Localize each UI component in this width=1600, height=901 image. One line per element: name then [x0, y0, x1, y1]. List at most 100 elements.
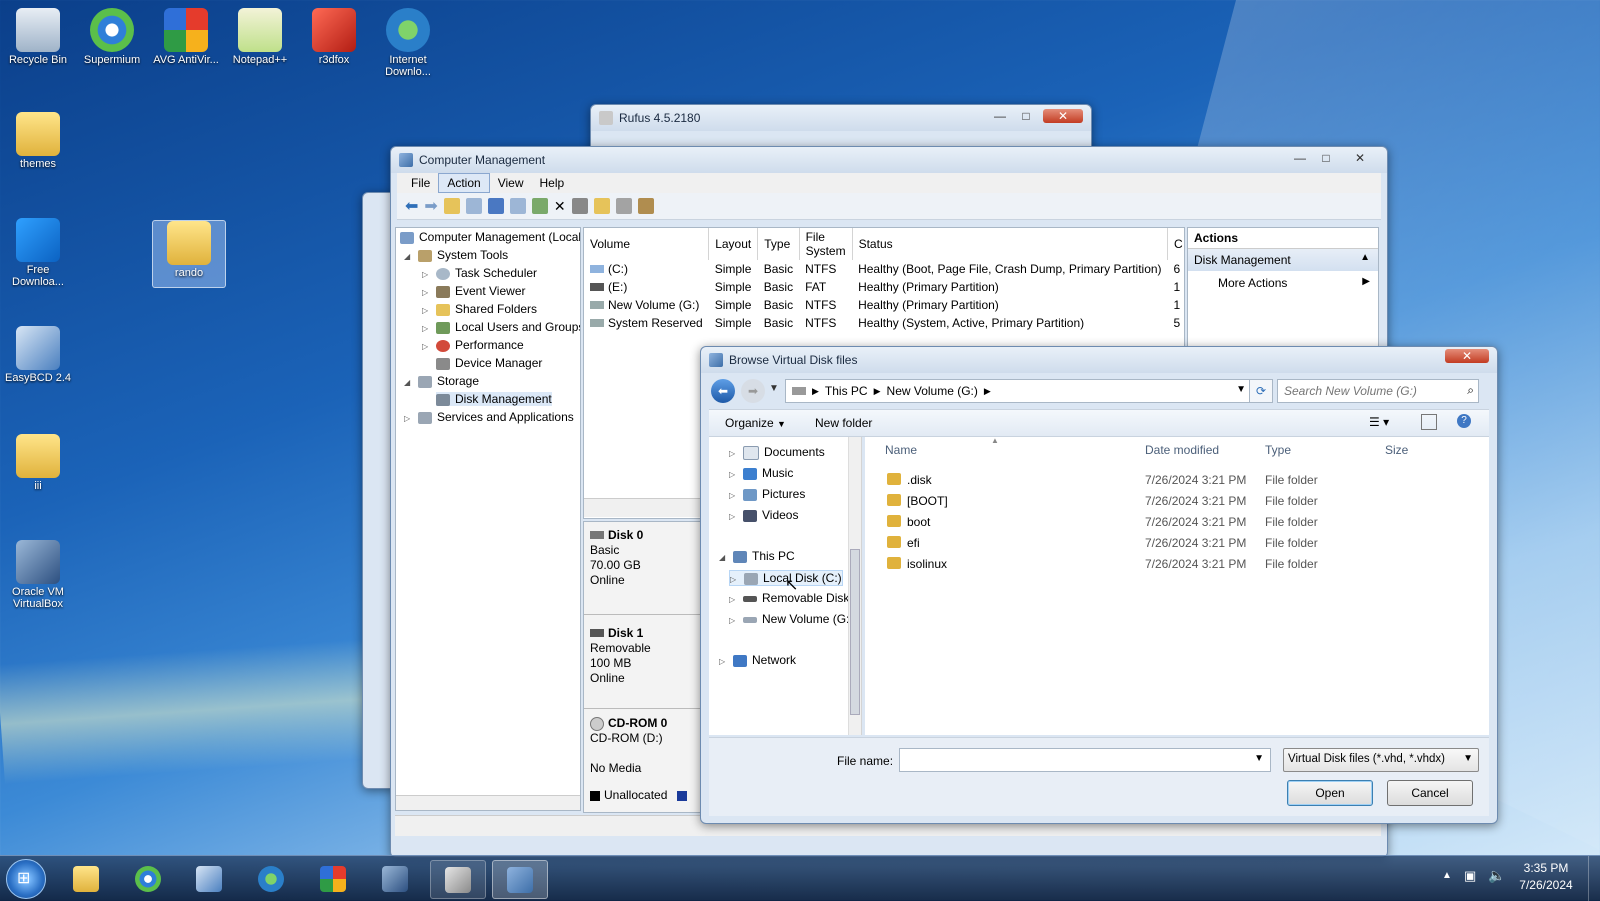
- collapse-icon[interactable]: ◢: [404, 252, 414, 261]
- organize-button[interactable]: Organize ▼: [725, 416, 786, 430]
- expand-icon[interactable]: ▷: [729, 616, 739, 625]
- cm-tree-pane[interactable]: Computer Management (Local ◢ System Tools…: [395, 227, 581, 811]
- disk-1-info[interactable]: Disk 1 Removable 100 MB Online: [590, 626, 651, 686]
- show-hide-action-pane-icon[interactable]: [509, 198, 526, 214]
- back-arrow-icon[interactable]: ⬅: [711, 379, 735, 403]
- desktop-icon-r3dfox[interactable]: r3dfox: [298, 8, 370, 66]
- refresh-icon[interactable]: ⟳: [1249, 379, 1273, 403]
- table-row[interactable]: (E:) Simple Basic FAT Healthy (Primary P…: [584, 278, 1184, 296]
- open-button[interactable]: Open: [1287, 780, 1373, 806]
- collapse-icon[interactable]: ◢: [719, 553, 729, 562]
- refresh-icon[interactable]: [531, 198, 548, 214]
- cdrom-0-info[interactable]: CD-ROM 0 CD-ROM (D:) No Media: [590, 716, 667, 776]
- tree-item-event-viewer[interactable]: ▷ Event Viewer: [422, 284, 525, 298]
- tree-item-shared-folders[interactable]: ▷ Shared Folders: [422, 302, 537, 316]
- open-folder-icon[interactable]: [593, 198, 610, 214]
- tree-item-system-tools[interactable]: ◢ System Tools: [404, 248, 508, 262]
- nav-item-music[interactable]: ▷ Music: [729, 466, 793, 480]
- table-row[interactable]: [BOOT] 7/26/2024 3:21 PM File folder: [887, 492, 1477, 513]
- back-arrow-icon[interactable]: ⬅: [405, 196, 418, 216]
- table-row[interactable]: .disk 7/26/2024 3:21 PM File folder: [887, 471, 1477, 492]
- tree-item-disk-management[interactable]: Disk Management: [436, 392, 552, 406]
- file-name-combobox[interactable]: ▼: [899, 748, 1271, 772]
- tree-item-device-manager[interactable]: Device Manager: [436, 356, 542, 370]
- view-options-icon[interactable]: ☰ ▾: [1369, 415, 1389, 429]
- forward-arrow-icon[interactable]: ➡: [424, 196, 437, 216]
- expand-icon[interactable]: ▷: [729, 449, 739, 458]
- breadcrumb-new-volume[interactable]: New Volume (G:): [887, 384, 978, 398]
- expand-icon[interactable]: ▷: [422, 306, 432, 315]
- address-dropdown-chevron-icon[interactable]: ▼: [1236, 384, 1246, 395]
- expand-icon[interactable]: ▷: [729, 512, 739, 521]
- column-type[interactable]: Type: [757, 228, 800, 260]
- breadcrumb-this-pc[interactable]: This PC: [825, 384, 868, 398]
- help-icon[interactable]: ?: [1457, 414, 1471, 428]
- start-button[interactable]: ⊞: [6, 859, 46, 899]
- expand-icon[interactable]: ▷: [729, 595, 739, 604]
- taskbar-internet-download[interactable]: [244, 860, 298, 897]
- collapse-up-icon[interactable]: ▲: [1360, 252, 1370, 263]
- expand-icon[interactable]: ▷: [719, 657, 729, 666]
- tree-item-local-users[interactable]: ▷ Local Users and Groups: [422, 320, 580, 334]
- nav-item-videos[interactable]: ▷ Videos: [729, 508, 798, 522]
- desktop-icon-supermium[interactable]: Supermium: [76, 8, 148, 66]
- expand-icon[interactable]: ▷: [404, 414, 414, 423]
- file-name-input[interactable]: [904, 750, 1248, 770]
- properties-icon[interactable]: [571, 198, 588, 214]
- table-row[interactable]: System Reserved Simple Basic NTFS Health…: [584, 314, 1184, 332]
- scrollbar-thumb[interactable]: [850, 549, 860, 715]
- taskbar-supermium[interactable]: [121, 860, 175, 897]
- desktop-icon-notepadpp[interactable]: Notepad++: [224, 8, 296, 66]
- recent-locations-chevron-down-icon[interactable]: ▼: [769, 383, 779, 394]
- cancel-button[interactable]: Cancel: [1387, 780, 1473, 806]
- forward-arrow-icon[interactable]: ➡: [741, 379, 765, 403]
- tree-item-computer-management[interactable]: Computer Management (Local: [400, 230, 580, 244]
- desktop-icon-recycle-bin[interactable]: Recycle Bin: [2, 8, 74, 66]
- expand-icon[interactable]: ▷: [729, 491, 739, 500]
- table-row[interactable]: efi 7/26/2024 3:21 PM File folder: [887, 534, 1477, 555]
- nav-item-documents[interactable]: ▷ Documents: [729, 445, 825, 460]
- taskbar-rufus[interactable]: [430, 860, 486, 899]
- desktop-icon-internet-download[interactable]: Internet Downlo...: [372, 8, 444, 78]
- expand-icon[interactable]: ▷: [730, 575, 740, 584]
- desktop-icon-iii[interactable]: iii: [2, 434, 74, 492]
- column-capacity[interactable]: C: [1167, 228, 1184, 260]
- show-hidden-icons-icon[interactable]: ▲: [1442, 870, 1452, 881]
- nav-vertical-scrollbar[interactable]: [848, 437, 861, 735]
- taskbar-file-explorer[interactable]: [59, 860, 113, 897]
- expand-icon[interactable]: ▷: [422, 342, 432, 351]
- cm-titlebar[interactable]: Computer Management: [391, 147, 1387, 173]
- close-button[interactable]: ✕: [1347, 151, 1373, 165]
- menu-help[interactable]: Help: [532, 174, 573, 192]
- volume-icon[interactable]: 🔈: [1488, 867, 1505, 884]
- expand-icon[interactable]: ▷: [729, 470, 739, 479]
- delete-icon[interactable]: ✕: [554, 198, 566, 215]
- column-type[interactable]: Type: [1265, 443, 1291, 457]
- menu-view[interactable]: View: [490, 174, 532, 192]
- search-box[interactable]: ⌕: [1277, 379, 1479, 403]
- table-row[interactable]: isolinux 7/26/2024 3:21 PM File folder: [887, 555, 1477, 576]
- column-status[interactable]: Status: [852, 228, 1169, 260]
- column-file-system[interactable]: File System: [799, 228, 853, 260]
- column-date-modified[interactable]: Date modified: [1145, 443, 1219, 457]
- desktop-icon-themes[interactable]: themes: [2, 112, 74, 170]
- tree-horizontal-scrollbar[interactable]: [396, 795, 580, 810]
- column-name[interactable]: Name: [885, 443, 917, 457]
- network-status-icon[interactable]: ▣: [1464, 868, 1476, 884]
- dialog-titlebar[interactable]: Browse Virtual Disk files: [701, 347, 1497, 373]
- desktop-icon-rando[interactable]: rando: [152, 220, 226, 288]
- actions-section-disk-management[interactable]: Disk Management ▲: [1188, 249, 1378, 271]
- taskbar-avg[interactable]: [306, 860, 360, 897]
- taskbar-computer-management[interactable]: [492, 860, 548, 899]
- show-desktop-button[interactable]: [1588, 856, 1600, 901]
- new-folder-button[interactable]: New folder: [815, 416, 872, 430]
- close-button[interactable]: ✕: [1043, 109, 1083, 123]
- column-volume[interactable]: Volume: [584, 228, 710, 260]
- actions-more-actions[interactable]: More Actions ▶: [1188, 271, 1378, 295]
- disk-0-info[interactable]: Disk 0 Basic 70.00 GB Online: [590, 528, 643, 588]
- help-icon[interactable]: [487, 198, 504, 214]
- taskbar-virtualbox[interactable]: [368, 860, 422, 897]
- disk-settings-icon[interactable]: [637, 198, 654, 214]
- column-size[interactable]: Size: [1385, 443, 1408, 457]
- browse-virtual-disk-dialog[interactable]: Browse Virtual Disk files ✕ ⬅ ➡ ▼ ▶ This…: [700, 346, 1498, 824]
